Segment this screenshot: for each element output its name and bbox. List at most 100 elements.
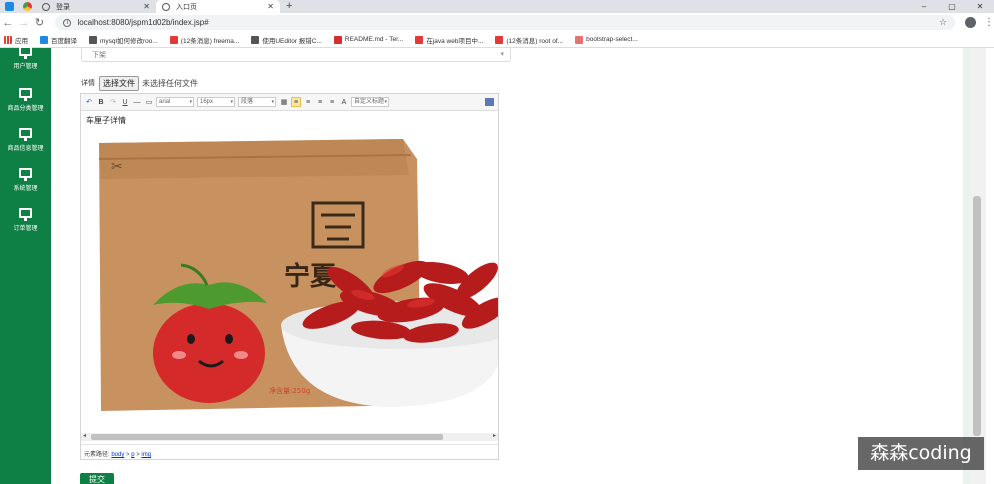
paragraph-select[interactable]: 段落 bbox=[238, 97, 276, 107]
monitor-icon bbox=[19, 88, 32, 101]
sidebar-item-categories[interactable]: 商品分类管理 bbox=[0, 88, 51, 120]
table-icon[interactable]: ▦ bbox=[279, 97, 289, 107]
address-bar: ← → ↻ i localhost:8080/jspm1d02b/index.j… bbox=[0, 13, 994, 32]
element-path-p[interactable]: p bbox=[131, 452, 134, 458]
custom-title-select[interactable]: 自定义标题 bbox=[351, 97, 389, 107]
new-tab-button[interactable]: + bbox=[280, 0, 298, 13]
browser-tab-strip: 登录 ✕ 入口页 ✕ + – ▢ ✕ bbox=[0, 0, 994, 13]
product-image[interactable]: ✂ 宁夏 净含量:250g bbox=[81, 135, 498, 415]
close-tab-icon[interactable]: ✕ bbox=[143, 2, 150, 11]
bookmark-item[interactable]: bootstrap-select... bbox=[575, 35, 638, 44]
bookmark-favicon-icon bbox=[40, 35, 48, 44]
sidebar-item-label: 订单管理 bbox=[13, 226, 38, 232]
undo-icon[interactable]: ↶ bbox=[84, 97, 94, 107]
rich-text-editor: ↶ B ↷ U — ▭ arial 16px 段落 ▦ ≡ ≡ ≡ ≡ A 自定… bbox=[80, 93, 499, 460]
format-clear-icon[interactable]: ▭ bbox=[144, 97, 154, 107]
maximize-button[interactable]: ▢ bbox=[938, 0, 966, 13]
account-icon[interactable] bbox=[965, 17, 976, 28]
bookmark-item[interactable]: (12条消息) root of... bbox=[495, 35, 563, 45]
element-path-body[interactable]: body bbox=[111, 452, 124, 458]
font-family-select[interactable]: arial bbox=[156, 97, 194, 107]
url-text: localhost:8080/jspm1d02b/index.jsp# bbox=[77, 18, 209, 27]
info-icon[interactable]: i bbox=[63, 18, 72, 27]
window-controls: – ▢ ✕ bbox=[910, 0, 994, 13]
bookmark-item[interactable]: 在java web项目中... bbox=[415, 35, 483, 45]
file-status: 未选择任何文件 bbox=[142, 78, 198, 88]
editor-horizontal-scrollbar[interactable]: ◂ ▸ bbox=[81, 433, 498, 441]
back-icon[interactable]: ← bbox=[0, 17, 16, 29]
monitor-icon bbox=[19, 128, 32, 141]
bookmark-item[interactable]: 使用UEditor 报错C... bbox=[251, 35, 322, 45]
editor-body[interactable]: 车厘子详情 ✂ 宁夏 净含量:250g bbox=[81, 111, 498, 433]
bookmarks-bar: 应用 百度翻译 mysql如何修改roo... (12条消息) freema..… bbox=[0, 32, 994, 48]
more-menu-icon[interactable]: ⋮ bbox=[984, 17, 994, 28]
tab-label: 入口页 bbox=[176, 3, 197, 11]
fullscreen-icon[interactable] bbox=[485, 98, 494, 106]
sidebar-item-orders[interactable]: 订单管理 bbox=[0, 208, 51, 240]
font-size-select[interactable]: 16px bbox=[197, 97, 235, 107]
main-content: 下架 ▾ 详情 选择文件 未选择任何文件 ↶ B ↷ U — ▭ arial 1… bbox=[51, 48, 963, 484]
bookmark-item[interactable]: 百度翻译 bbox=[40, 35, 77, 45]
bookmark-item[interactable]: (12条消息) freema... bbox=[169, 35, 239, 45]
minimize-button[interactable]: – bbox=[910, 0, 938, 13]
scrollbar-thumb[interactable] bbox=[973, 196, 981, 436]
bookmark-favicon-icon bbox=[251, 35, 260, 44]
chevron-down-icon: ▾ bbox=[500, 51, 504, 58]
scissor-icon: ✂ bbox=[111, 158, 123, 174]
bookmark-apps[interactable]: 应用 bbox=[4, 35, 28, 45]
detail-label: 详情 bbox=[81, 80, 95, 87]
reload-icon[interactable]: ↻ bbox=[32, 16, 48, 29]
align-right-icon[interactable]: ≡ bbox=[315, 97, 325, 107]
close-window-button[interactable]: ✕ bbox=[966, 0, 994, 13]
align-justify-icon[interactable]: ≡ bbox=[327, 97, 337, 107]
monitor-icon bbox=[19, 46, 32, 59]
sidebar-item-system[interactable]: 系统管理 bbox=[0, 168, 51, 200]
choose-file-button[interactable]: 选择文件 bbox=[99, 75, 139, 91]
bookmark-favicon-icon bbox=[169, 35, 178, 44]
submit-button[interactable]: 提交 bbox=[80, 473, 114, 484]
bookmark-star-icon[interactable]: ☆ bbox=[939, 17, 947, 28]
redo-icon[interactable]: ↷ bbox=[108, 97, 118, 107]
sidebar-item-label: 商品分类管理 bbox=[7, 106, 44, 112]
sidebar: 用户管理 商品分类管理 商品信息管理 系统管理 订单管理 bbox=[0, 46, 51, 484]
scroll-right-icon[interactable]: ▸ bbox=[493, 432, 496, 439]
app-icon bbox=[4, 2, 14, 11]
weight-text: 净含量:250g bbox=[269, 386, 310, 395]
align-left-icon[interactable]: ≡ bbox=[291, 97, 301, 107]
globe-icon bbox=[162, 2, 170, 11]
editor-toolbar: ↶ B ↷ U — ▭ arial 16px 段落 ▦ ≡ ≡ ≡ ≡ A 自定… bbox=[81, 94, 498, 111]
bookmark-favicon-icon bbox=[89, 35, 97, 44]
bookmark-favicon-icon bbox=[333, 35, 342, 44]
detail-file-row: 详情 选择文件 未选择任何文件 bbox=[81, 75, 198, 91]
status-select[interactable]: 下架 ▾ bbox=[81, 48, 511, 62]
align-center-icon[interactable]: ≡ bbox=[303, 97, 313, 107]
font-color-icon[interactable]: A bbox=[339, 97, 349, 107]
tab-label: 登录 bbox=[56, 3, 70, 11]
berry-mascot bbox=[153, 303, 265, 403]
forward-icon[interactable]: → bbox=[16, 17, 32, 29]
bookmark-favicon-icon bbox=[575, 35, 584, 44]
tab-entry[interactable]: 入口页 ✕ bbox=[156, 0, 280, 13]
bookmark-favicon-icon bbox=[495, 35, 504, 44]
chrome-icon bbox=[22, 2, 32, 11]
scroll-left-icon[interactable]: ◂ bbox=[83, 432, 86, 439]
sidebar-item-users[interactable]: 用户管理 bbox=[0, 46, 51, 80]
watermark: 森森coding bbox=[858, 437, 984, 470]
pinned-tab-2[interactable] bbox=[18, 0, 36, 13]
element-path-img[interactable]: img bbox=[141, 452, 151, 458]
sidebar-item-products[interactable]: 商品信息管理 bbox=[0, 128, 51, 160]
horizontal-rule-icon[interactable]: — bbox=[132, 97, 142, 107]
pinned-tab-1[interactable] bbox=[0, 0, 18, 13]
url-field[interactable]: i localhost:8080/jspm1d02b/index.jsp# ☆ bbox=[55, 15, 956, 30]
close-tab-icon[interactable]: ✕ bbox=[267, 2, 274, 11]
scrollbar-thumb[interactable] bbox=[91, 434, 443, 440]
bold-icon[interactable]: B bbox=[96, 97, 106, 107]
page-vertical-scrollbar[interactable] bbox=[969, 48, 986, 484]
underline-icon[interactable]: U bbox=[120, 97, 130, 107]
status-select-value: 下架 bbox=[92, 52, 106, 59]
bookmark-item[interactable]: mysql如何修改roo... bbox=[89, 35, 158, 45]
bookmark-item[interactable]: README.md - Ter... bbox=[333, 35, 403, 44]
globe-icon bbox=[42, 2, 50, 11]
tab-login[interactable]: 登录 ✕ bbox=[36, 0, 156, 13]
editor-text: 车厘子详情 bbox=[86, 116, 126, 125]
